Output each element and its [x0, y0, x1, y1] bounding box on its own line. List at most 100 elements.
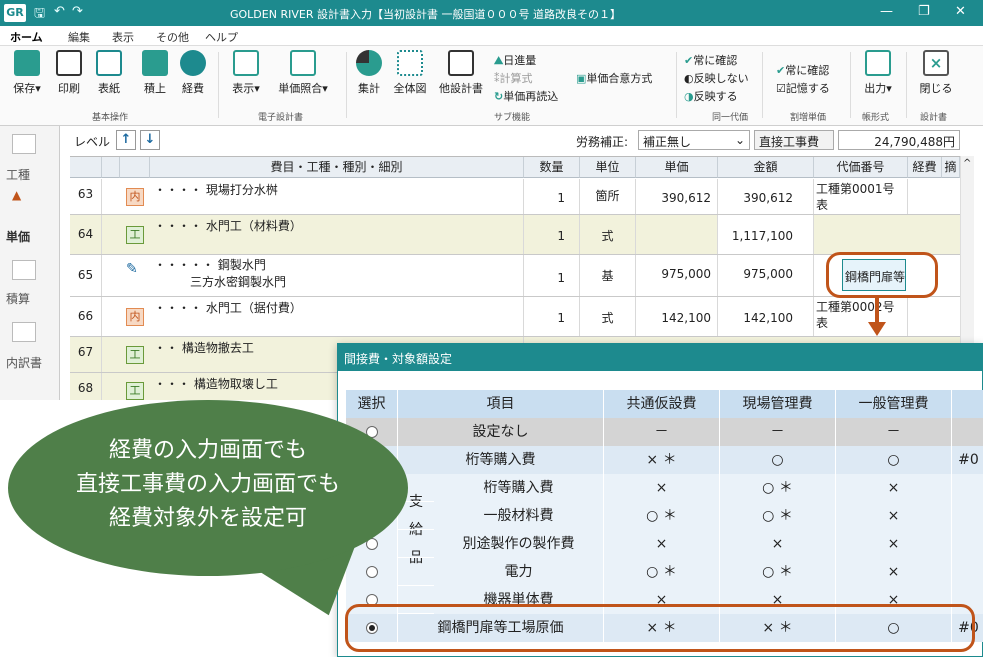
table-row[interactable]: 64 工 ・・・・ 水門工（材料費） 1 式 1,117,100: [70, 215, 960, 255]
app-logo: GR: [4, 4, 26, 22]
level-down-button[interactable]: ↓: [140, 130, 160, 150]
calc-button[interactable]: ⁑計算式: [494, 70, 533, 86]
col-unit[interactable]: 単位: [580, 157, 636, 178]
same-always-check[interactable]: ✔常に確認: [684, 52, 737, 68]
row-name-text2: 三方水密鋼製水門: [190, 275, 287, 289]
cover-icon: [96, 50, 122, 76]
save-label: 保存: [13, 82, 36, 95]
level-up-button[interactable]: ↑: [116, 130, 136, 150]
dialog-row[interactable]: 設定なし － － －: [346, 418, 983, 446]
col-cost[interactable]: 経費: [908, 157, 942, 178]
yen-icon: [180, 50, 206, 76]
row-name: ・・・・ 水門工（据付費）: [150, 297, 524, 336]
item-label: 別途製作の製作費: [434, 530, 604, 558]
toggle-on-icon: ◑: [684, 90, 694, 103]
unit-mix-button[interactable]: ▣単価合意方式: [576, 70, 652, 86]
col-amount[interactable]: 金額: [718, 157, 814, 178]
seki-button[interactable]: 積上: [138, 50, 172, 96]
dialog-row[interactable]: 機器単体費 × × ×: [346, 586, 983, 614]
remember-check[interactable]: ☑記憶する: [776, 80, 830, 96]
radio-cell[interactable]: [346, 614, 398, 642]
nav-uchiwake[interactable]: 内訳書: [6, 354, 42, 371]
output-button[interactable]: 出力▾: [858, 50, 898, 96]
general-value: ○: [836, 446, 952, 474]
row-tag: 工: [126, 382, 144, 400]
nav-tanka[interactable]: 単価: [6, 228, 30, 245]
seki-icon: [142, 50, 168, 76]
col-price[interactable]: 単価: [636, 157, 718, 178]
labor-select[interactable]: 補正無し ⌄: [638, 130, 750, 150]
radio-button[interactable]: [365, 594, 378, 606]
ribbon-separator: [850, 52, 851, 118]
common-value: ×: [604, 586, 720, 614]
print-button[interactable]: 印刷: [52, 50, 86, 96]
save-button[interactable]: 保存▾: [10, 50, 44, 96]
save-quick-icon[interactable]: 🖫: [34, 4, 45, 26]
no-reflect-toggle[interactable]: ◐反映しない: [684, 70, 749, 86]
col-no: [70, 157, 102, 178]
undo-icon[interactable]: ↶: [54, 4, 65, 19]
dialog-row-selected[interactable]: 鋼橋門扉等工場原価 × ＊ × ＊ ○ #0: [346, 614, 983, 642]
cost-button[interactable]: 経費: [176, 50, 210, 96]
redo-icon[interactable]: ↷: [72, 4, 83, 19]
ratio-always-check[interactable]: ✔常に確認: [776, 62, 829, 78]
cost-label: 経費: [182, 82, 204, 95]
close-doc-button[interactable]: × 閉じる: [914, 50, 958, 96]
toggle-off-icon: ◐: [684, 72, 694, 85]
dialog-row[interactable]: 桁等購入費 × ○ ＊ ×: [346, 474, 983, 502]
col-qty[interactable]: 数量: [524, 157, 580, 178]
restore-button[interactable]: ❐: [918, 4, 930, 19]
minimize-button[interactable]: —: [880, 4, 893, 19]
row-no: 63: [70, 179, 102, 214]
col-code[interactable]: 代価番号: [814, 157, 908, 178]
group-sub: サブ機能: [494, 113, 531, 123]
dialog-row[interactable]: 一般材料費 ○ ＊ ○ ＊ ×: [346, 502, 983, 530]
daily-button[interactable]: ⛰日進量: [494, 52, 536, 68]
tab-view[interactable]: 表示: [112, 29, 134, 45]
close-window-button[interactable]: ✕: [955, 4, 966, 19]
nav-sekisan[interactable]: 積算: [6, 290, 30, 307]
pointer-arrow: [875, 298, 879, 324]
row-price: [636, 215, 718, 254]
dialog-row[interactable]: 桁等購入費 × ＊ ○ ○ #0: [346, 446, 983, 474]
row-name-text: 鋼製水門: [217, 258, 266, 272]
same-always-label: 常に確認: [693, 54, 738, 67]
radio-button-selected[interactable]: [365, 622, 378, 634]
unit-reload-button[interactable]: ↻単価再読込: [494, 88, 558, 104]
table-row[interactable]: 65 ✎ ・・・・・ 鋼製水門 三方水密鋼製水門 1 基 975,000 975,…: [70, 255, 960, 297]
daily-label: 日進量: [503, 54, 537, 67]
dh-common: 共通仮設費: [604, 390, 720, 418]
col-name[interactable]: 費目・工種・種別・細別: [150, 157, 524, 178]
row-tag: 内: [126, 188, 144, 206]
reflect-label: 反映する: [693, 90, 738, 103]
extra-value: [952, 586, 983, 614]
site-value: ×: [720, 530, 836, 558]
tab-edit[interactable]: 編集: [68, 29, 90, 45]
tab-help[interactable]: ヘルプ: [205, 29, 238, 45]
other-doc-button[interactable]: 他設計書: [436, 50, 486, 96]
reflect-toggle[interactable]: ◑反映する: [684, 88, 738, 104]
view-button[interactable]: 表示▾: [226, 50, 266, 96]
row-unit: 式: [580, 297, 636, 336]
item-label: 鋼橋門扉等工場原価: [398, 614, 604, 642]
check-icon: ✔: [776, 64, 786, 77]
row-qty: 1: [524, 297, 580, 336]
dialog-row[interactable]: 別途製作の製作費 × × ×: [346, 530, 983, 558]
table-row[interactable]: 63 内 ・・・・ 現場打分水桝 1 箇所 390,612 390,612 工種…: [70, 179, 960, 215]
dialog-row[interactable]: 電力 ○ ＊ ○ ＊ ×: [346, 558, 983, 586]
unit-ref-label: 単価照合: [278, 82, 323, 95]
tab-other[interactable]: その他: [156, 29, 189, 45]
scroll-up-icon[interactable]: ^: [963, 158, 971, 169]
ribbon-separator: [676, 52, 677, 118]
sum-button[interactable]: 集計: [354, 50, 384, 96]
ribbon-separator: [346, 52, 347, 118]
table-row[interactable]: 66 内 ・・・・ 水門工（据付費） 1 式 142,100 142,100 工…: [70, 297, 960, 337]
col-note[interactable]: 摘: [942, 157, 960, 178]
save-icon: [14, 50, 40, 76]
nav-koushu[interactable]: 工種: [6, 166, 30, 183]
row-qty: 1: [524, 215, 580, 254]
cover-button[interactable]: 表紙: [92, 50, 126, 96]
cost-cell-selected[interactable]: 鋼橋門扉等: [842, 259, 906, 291]
overview-button[interactable]: 全体図: [390, 50, 430, 96]
unit-ref-button[interactable]: 単価照合▾: [270, 50, 336, 96]
